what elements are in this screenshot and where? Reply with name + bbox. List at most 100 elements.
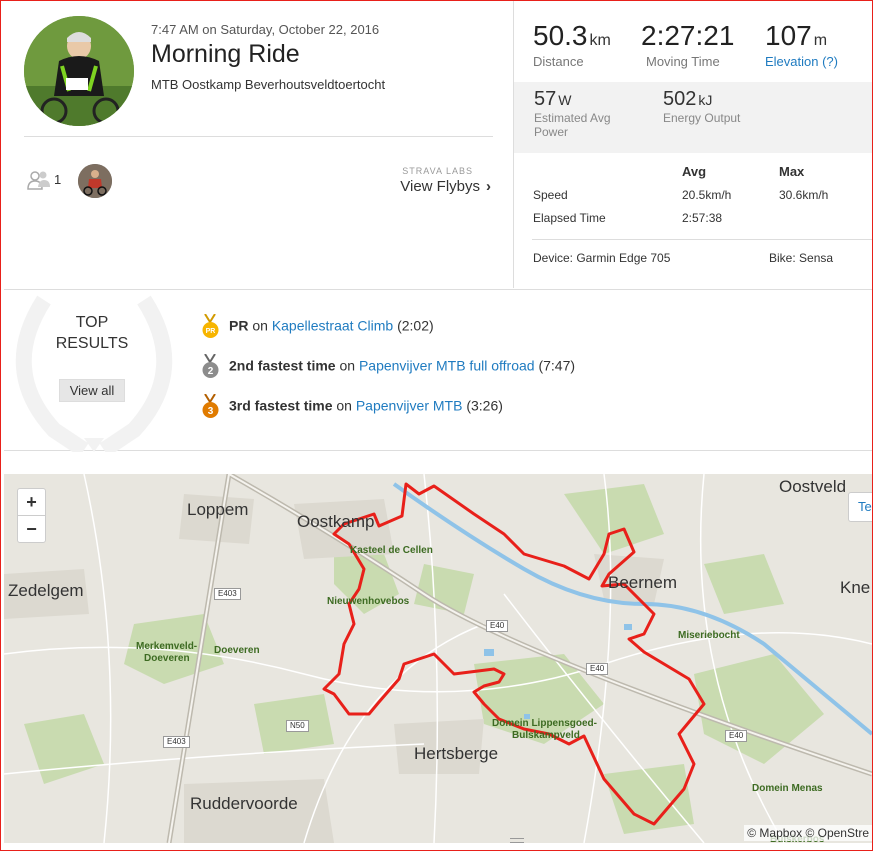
activity-header: 7:47 AM on Saturday, October 22, 2016 Mo… bbox=[4, 0, 513, 288]
top-results-title-line2: RESULTS bbox=[55, 335, 129, 352]
place-nieuwenhovebos: Nieuwenhovebos bbox=[327, 596, 410, 607]
map-type-toggle[interactable]: Te bbox=[848, 492, 872, 522]
result-time: (2:02) bbox=[397, 317, 434, 334]
speed-max: 30.6km/h bbox=[779, 188, 829, 202]
zoom-in-button[interactable]: + bbox=[18, 489, 45, 516]
power-value: 57 bbox=[534, 88, 557, 110]
header-divider bbox=[24, 136, 493, 137]
view-flybys-label: View Flybys bbox=[400, 178, 480, 195]
place-ruddervoorde: Ruddervoorde bbox=[190, 794, 298, 813]
result-on: on bbox=[252, 317, 268, 334]
bronze-medal-text: 3 bbox=[208, 406, 214, 417]
stat-power: 57 W Estimated Avg Power bbox=[534, 88, 611, 139]
map-attribution[interactable]: © Mapbox © OpenStre bbox=[744, 825, 872, 841]
road-shield-n50: N50 bbox=[286, 720, 309, 732]
activity-stats: 50.3 km Distance 2:27:21 Moving Time 107 m… bbox=[513, 0, 873, 288]
speed-label: Speed bbox=[533, 188, 568, 202]
place-domein-menas: Domein Menas bbox=[752, 783, 823, 794]
distance-unit: km bbox=[589, 32, 611, 49]
road-shield-e40-mid: E40 bbox=[586, 663, 609, 675]
strava-labs-label: STRAVA LABS bbox=[402, 166, 473, 176]
table-header-max: Max bbox=[779, 164, 805, 179]
result-on: on bbox=[336, 397, 352, 414]
place-loppem: Loppem bbox=[187, 500, 249, 519]
device-info: Device: Garmin Edge 705 bbox=[533, 251, 671, 265]
power-label-line2: Power bbox=[534, 125, 569, 139]
place-hertsberge: Hertsberge bbox=[414, 744, 499, 763]
place-miseriebocht: Miseriebocht bbox=[678, 630, 740, 641]
place-kne: Kne bbox=[840, 578, 871, 597]
place-beernem: Beernem bbox=[608, 573, 677, 592]
place-oostkamp: Oostkamp bbox=[297, 512, 375, 531]
road-shield-e403-north: E403 bbox=[214, 588, 241, 600]
table-header-avg: Avg bbox=[682, 164, 707, 179]
place-doeveren-sub: Doeveren bbox=[144, 653, 190, 664]
silver-medal-text: 2 bbox=[208, 366, 214, 377]
result-row-pr: PR PR on Kapellestraat Climb (2:02) bbox=[202, 314, 434, 340]
segment-link-papenvijver[interactable]: Papenvijver MTB bbox=[356, 398, 463, 414]
road-shield-e40-west: E40 bbox=[486, 620, 509, 632]
result-rank: PR bbox=[229, 317, 249, 334]
avatar-photo bbox=[24, 16, 134, 126]
place-kasteel-de-cellen: Kasteel de Cellen bbox=[350, 545, 433, 556]
result-row-3rd: 3 3rd fastest time on Papenvijver MTB (3… bbox=[202, 394, 503, 420]
zoom-controls: + − bbox=[17, 488, 46, 543]
result-row-2nd: 2 2nd fastest time on Papenvijver MTB fu… bbox=[202, 354, 575, 380]
map-canvas bbox=[4, 474, 872, 843]
athlete-count: 1 bbox=[54, 172, 62, 187]
stat-moving-time: 2:27:21 Moving Time bbox=[641, 20, 734, 69]
activity-title[interactable]: Morning Ride bbox=[151, 40, 300, 69]
result-on: on bbox=[339, 357, 356, 374]
stat-distance: 50.3 km Distance bbox=[533, 20, 611, 69]
energy-label: Energy Output bbox=[663, 111, 741, 125]
result-time: (7:47) bbox=[538, 357, 576, 374]
bronze-medal-icon: 3 bbox=[202, 394, 219, 418]
activity-description: MTB Oostkamp Beverhoutsveldtoertocht bbox=[151, 77, 386, 92]
top-results-title: TOP RESULTS bbox=[30, 312, 154, 354]
segment-link-kapellestraat[interactable]: Kapellestraat Climb bbox=[272, 318, 393, 334]
energy-value: 502 bbox=[663, 88, 697, 110]
group-athletes-icon[interactable] bbox=[26, 170, 52, 190]
pr-medal-text: PR bbox=[206, 328, 216, 335]
athlete-avatar[interactable] bbox=[24, 16, 134, 126]
road-shield-e403-south: E403 bbox=[163, 736, 190, 748]
energy-unit: kJ bbox=[698, 92, 713, 108]
top-results-title-line1: TOP bbox=[75, 314, 109, 331]
view-flybys-link[interactable]: View Flybys › bbox=[400, 178, 491, 195]
stat-elevation: 107 m Elevation (?) bbox=[765, 20, 838, 69]
stats-divider bbox=[532, 239, 873, 240]
stat-energy: 502 kJ Energy Output bbox=[663, 88, 740, 125]
speed-avg: 20.5km/h bbox=[682, 188, 732, 202]
activity-datetime: 7:47 AM on Saturday, October 22, 2016 bbox=[151, 22, 380, 37]
moving-time-label: Moving Time bbox=[646, 54, 720, 69]
road-shield-e40-east: E40 bbox=[725, 730, 748, 742]
power-stats-panel: 57 W Estimated Avg Power 502 kJ Energy Out… bbox=[514, 82, 873, 153]
elapsed-label: Elapsed Time bbox=[533, 211, 606, 225]
elevation-unit: m bbox=[813, 32, 828, 49]
power-label-line1: Estimated Avg bbox=[534, 111, 611, 125]
athlete-thumb-photo bbox=[78, 164, 112, 198]
elapsed-avg: 2:57:38 bbox=[682, 211, 723, 225]
result-rank: 3rd fastest time bbox=[229, 397, 333, 414]
pr-medal-icon: PR bbox=[202, 314, 219, 338]
top-results-panel: TOP RESULTS View all PR PR on Kapellestr… bbox=[4, 289, 872, 452]
segment-link-papenvijver-full[interactable]: Papenvijver MTB full offroad bbox=[359, 358, 535, 374]
place-merkemveld: Merkemveld- bbox=[136, 641, 198, 652]
result-rank: 2nd fastest time bbox=[229, 357, 336, 374]
place-zedelgem: Zedelgem bbox=[8, 581, 84, 600]
distance-label: Distance bbox=[533, 54, 584, 69]
chevron-right-icon: › bbox=[486, 178, 491, 195]
place-doeveren: Doeveren bbox=[214, 645, 260, 656]
zoom-out-button[interactable]: − bbox=[18, 516, 45, 543]
distance-value: 50.3 bbox=[533, 20, 588, 51]
group-athlete-avatar[interactable] bbox=[78, 164, 112, 198]
place-bulskampveld: Bulskampveld bbox=[512, 730, 580, 741]
elevation-help-link[interactable]: Elevation (?) bbox=[765, 54, 838, 69]
bike-info: Bike: Sensa bbox=[769, 251, 834, 265]
view-all-button[interactable]: View all bbox=[59, 379, 125, 402]
route-map[interactable]: Loppem Oostkamp Oostveld Zedelgem Beerne… bbox=[4, 474, 872, 843]
place-oostveld: Oostveld bbox=[779, 477, 847, 496]
moving-time-value: 2:27:21 bbox=[641, 20, 735, 51]
map-resize-handle[interactable] bbox=[510, 838, 524, 843]
silver-medal-icon: 2 bbox=[202, 354, 219, 378]
